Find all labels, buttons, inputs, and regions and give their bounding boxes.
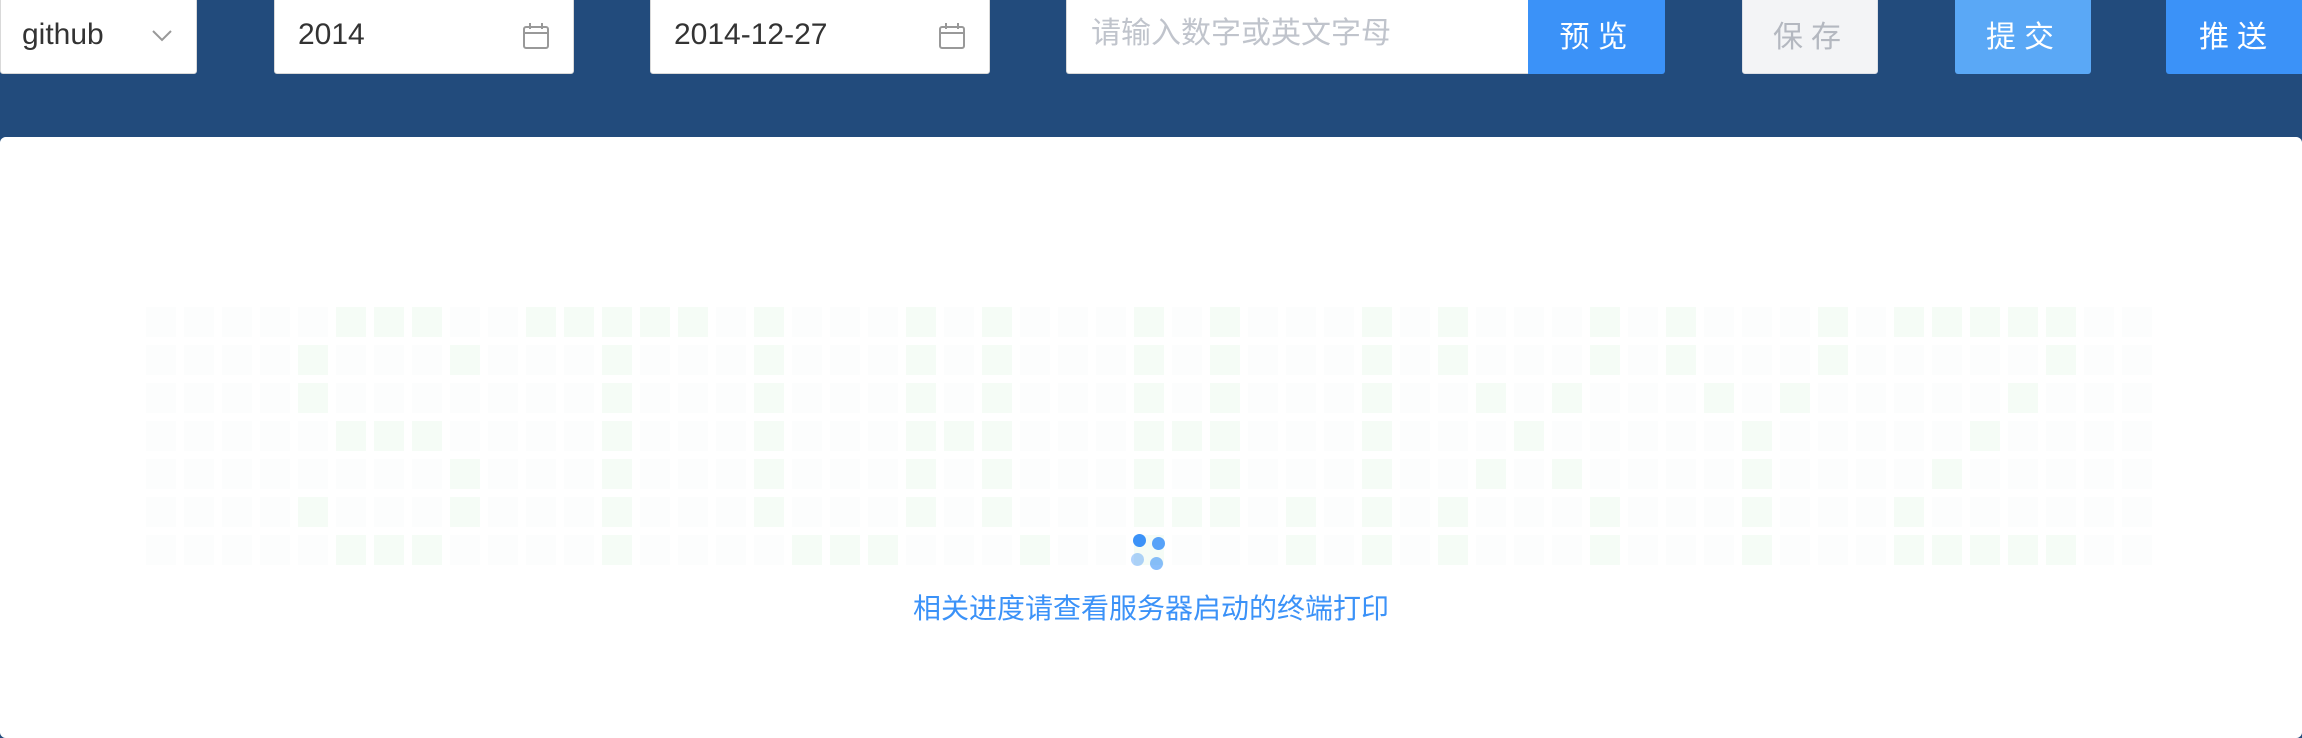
calendar-icon	[939, 23, 965, 49]
preview-button[interactable]: 预览	[1528, 0, 1665, 74]
submit-button[interactable]: 提交	[1955, 0, 2091, 74]
calendar-icon	[523, 23, 549, 49]
text-input[interactable]	[1066, 0, 1528, 74]
save-button[interactable]: 保存	[1742, 0, 1878, 74]
platform-select-value: github	[22, 18, 104, 51]
date-picker-value: 2014-12-27	[674, 18, 828, 51]
platform-select[interactable]: github	[0, 0, 197, 74]
year-picker[interactable]: 2014	[274, 0, 574, 74]
push-button[interactable]: 推送	[2166, 0, 2302, 74]
loading-mask: 相关进度请查看服务器启动的终端打印	[0, 137, 2302, 738]
loading-spinner-icon	[1128, 531, 1172, 575]
chevron-down-icon	[152, 30, 172, 42]
year-picker-value: 2014	[298, 18, 365, 51]
date-picker[interactable]: 2014-12-27	[650, 0, 990, 74]
loading-text: 相关进度请查看服务器启动的终端打印	[912, 593, 1389, 624]
